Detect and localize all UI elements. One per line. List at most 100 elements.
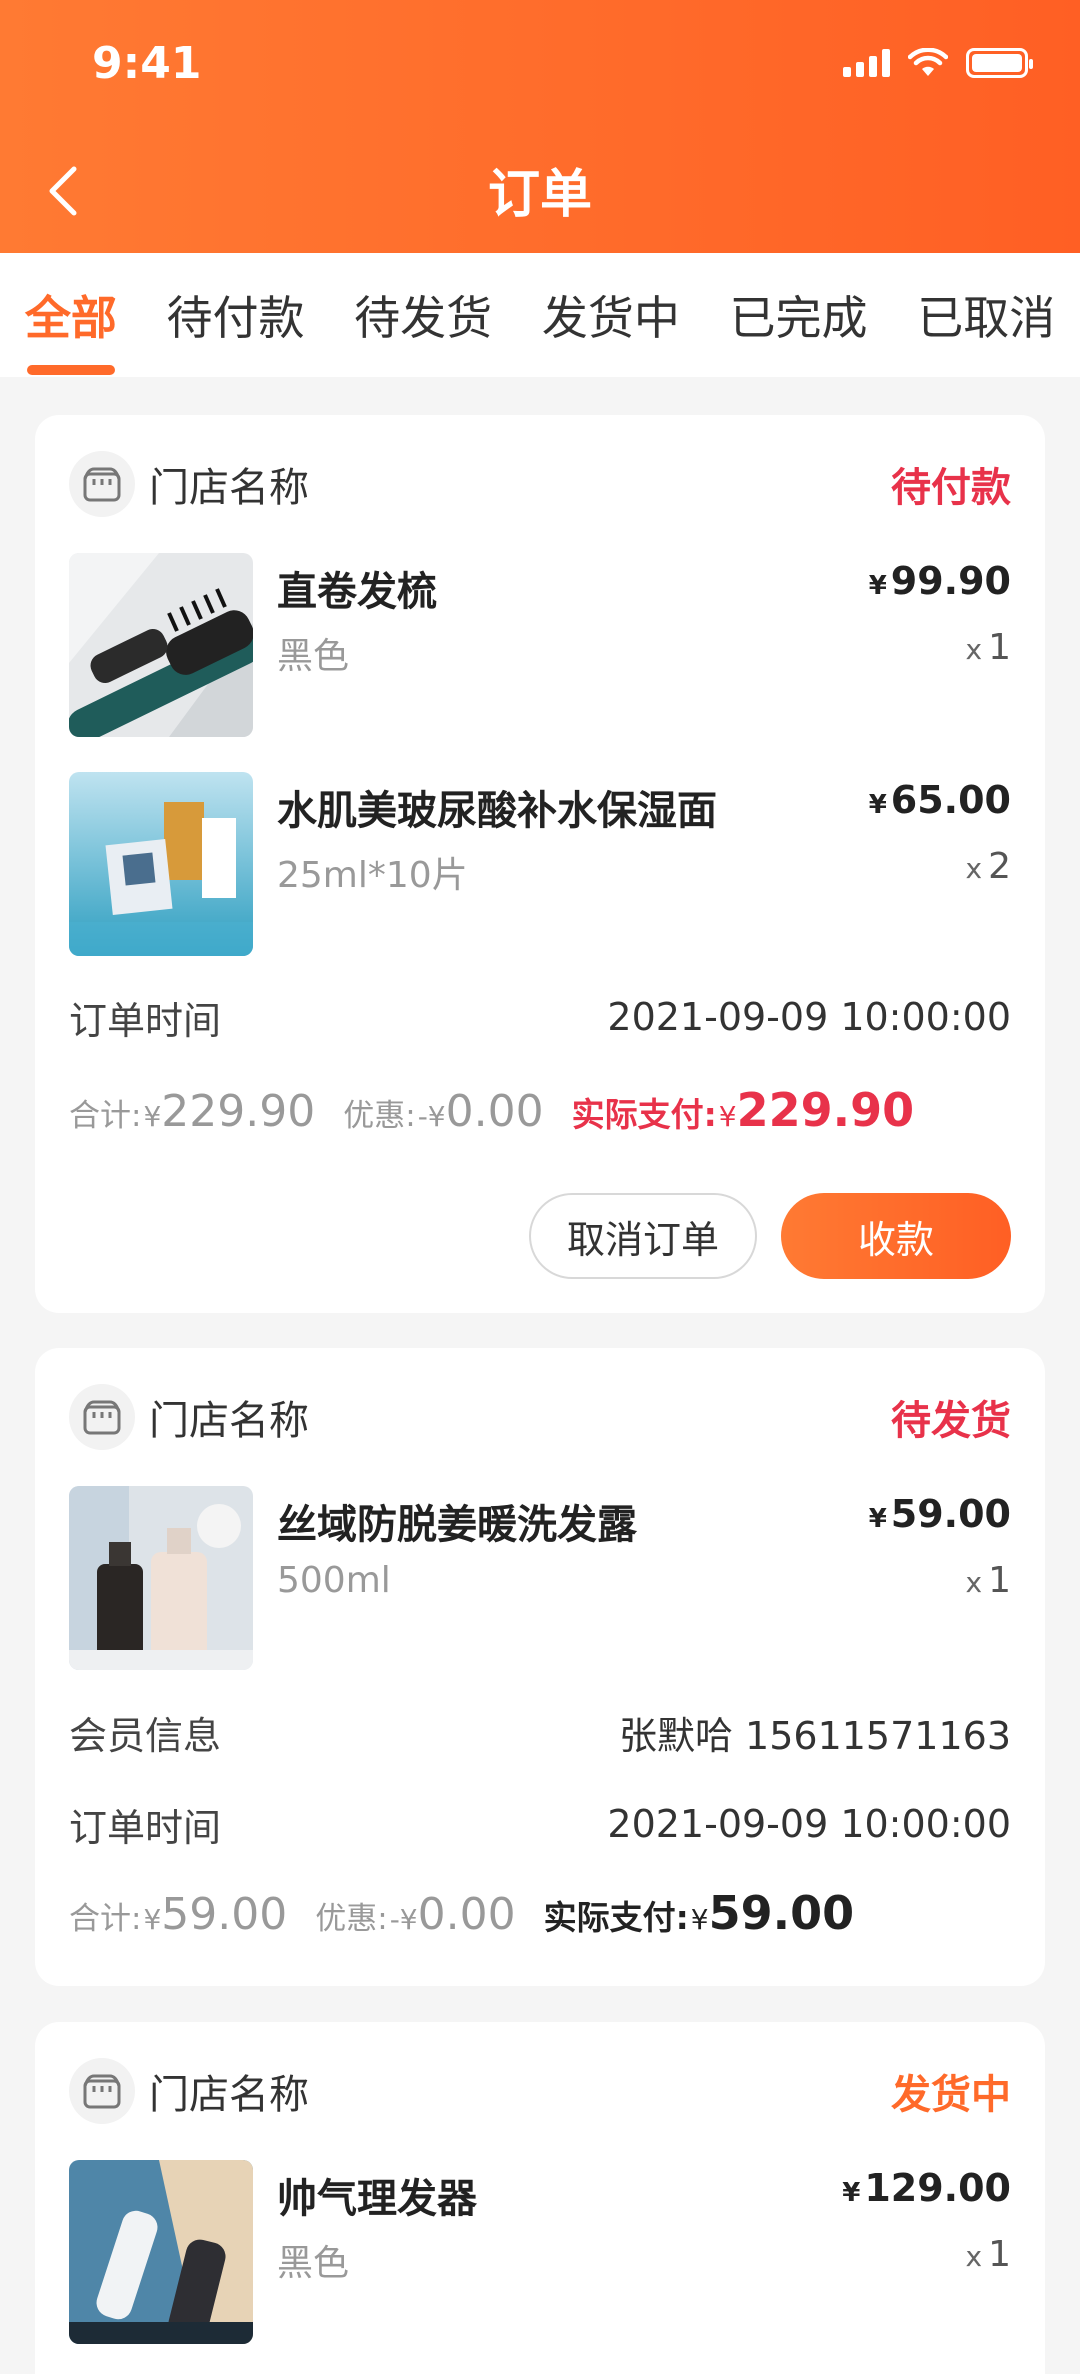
tab-label: 已取消 [917, 291, 1056, 345]
price-value: 129.00 [864, 2166, 1011, 2210]
collect-payment-button[interactable]: 收款 [781, 1193, 1011, 1279]
discount-label: 优惠: [343, 1098, 416, 1134]
store-name: 门店名称 [149, 2072, 309, 2118]
order-item[interactable]: 丝域防脱姜暖洗发露 500ml ¥59.00 x1 [69, 1486, 1011, 1670]
currency-symbol: ¥ [868, 1504, 887, 1534]
currency-symbol: ¥ [690, 1903, 709, 1936]
store-icon [69, 1384, 135, 1450]
discount-prefix: -¥ [417, 1100, 446, 1133]
order-item[interactable]: 水肌美玻尿酸补水保湿面 25ml*10片 ¥65.00 x2 [69, 772, 1011, 956]
currency-symbol: ¥ [842, 2178, 861, 2208]
app-header: 9:41 订单 [0, 0, 1080, 253]
order-summary: 合计: ¥229.90 优惠: -¥ 0.00 实际支付: ¥229.90 [69, 1083, 1011, 1153]
quantity-prefix: x [965, 1566, 983, 1599]
quantity-prefix: x [965, 633, 983, 666]
product-quantity: x1 [966, 1560, 1011, 1601]
order-status: 发货中 [891, 2072, 1011, 2118]
product-price: ¥99.90 [869, 559, 1011, 603]
store-info: 门店名称 [69, 1384, 309, 1450]
status-icons [843, 48, 1033, 78]
status-time: 9:41 [92, 38, 202, 89]
status-tabs: 全部 待付款 待发货 发货中 已完成 已取消 [0, 253, 1080, 377]
paid-label: 实际支付: [571, 1095, 717, 1134]
product-price: ¥129.00 [842, 2166, 1011, 2210]
price-value: 59.00 [890, 1492, 1011, 1536]
order-time-value: 2021-09-09 10:00:00 [607, 995, 1011, 1039]
currency-symbol: ¥ [143, 1903, 162, 1936]
quantity-value: 1 [988, 2234, 1011, 2275]
product-spec: 25ml*10片 [277, 855, 468, 896]
discount-prefix: -¥ [389, 1903, 418, 1936]
order-item[interactable]: 帅气理发器 黑色 ¥129.00 x1 [69, 2160, 1011, 2344]
discount-value: 0.00 [417, 1889, 516, 1940]
product-quantity: x1 [966, 2234, 1011, 2275]
product-spec: 黑色 [277, 636, 350, 677]
order-status: 待付款 [891, 465, 1011, 511]
tab-label: 发货中 [541, 291, 680, 345]
tab-label: 待付款 [166, 291, 305, 345]
wifi-icon [908, 48, 948, 76]
member-info-label: 会员信息 [69, 1713, 222, 1758]
tab-label: 待发货 [354, 291, 493, 345]
price-value: 65.00 [890, 778, 1011, 822]
tab-label: 全部 [24, 291, 117, 345]
member-info-value: 张默哈 15611571163 [618, 1713, 1011, 1758]
product-name: 水肌美玻尿酸补水保湿面 [277, 788, 717, 834]
product-price: ¥59.00 [869, 1492, 1011, 1536]
order-time-label: 订单时间 [69, 998, 222, 1043]
paid-value: 229.90 [736, 1083, 915, 1137]
store-icon [69, 2058, 135, 2124]
currency-symbol: ¥ [143, 1100, 162, 1133]
product-spec: 500ml [277, 1560, 391, 1601]
price-value: 99.90 [890, 559, 1011, 603]
cancel-order-button[interactable]: 取消订单 [529, 1193, 757, 1279]
total-label: 合计: [69, 1901, 142, 1937]
quantity-value: 1 [988, 627, 1011, 668]
member-info-row: 会员信息 张默哈 15611571163 [69, 1702, 1011, 1762]
currency-symbol: ¥ [868, 571, 887, 601]
discount-label: 优惠: [315, 1901, 388, 1937]
order-status: 待发货 [891, 1398, 1011, 1444]
order-time-label: 订单时间 [69, 1805, 222, 1850]
product-image [69, 1486, 253, 1670]
order-card-header: 门店名称 发货中 [69, 2056, 1011, 2126]
order-item[interactable]: 直卷发梳 黑色 ¥99.90 x1 [69, 553, 1011, 737]
order-card[interactable]: 门店名称 发货中 帅气理发器 黑色 ¥129.00 x1 [35, 2022, 1045, 2374]
battery-icon [966, 48, 1033, 78]
tab-cancelled[interactable]: 已取消 [892, 253, 1080, 377]
discount-value: 0.00 [445, 1086, 544, 1137]
tab-pending-shipment[interactable]: 待发货 [329, 253, 517, 377]
tab-all[interactable]: 全部 [0, 253, 142, 377]
order-actions: 取消订单 收款 [529, 1193, 1011, 1279]
product-quantity: x2 [966, 846, 1011, 887]
product-price: ¥65.00 [869, 778, 1011, 822]
tab-pending-payment[interactable]: 待付款 [142, 253, 330, 377]
order-card-header: 门店名称 待发货 [69, 1382, 1011, 1452]
total-label: 合计: [69, 1098, 142, 1134]
order-card[interactable]: 门店名称 待付款 直卷发梳 黑色 ¥99.90 x1 水肌美玻尿酸补水保湿面 2… [35, 415, 1045, 1313]
page-title: 订单 [487, 165, 592, 225]
quantity-prefix: x [965, 2240, 983, 2273]
product-name: 帅气理发器 [277, 2176, 477, 2222]
store-info: 门店名称 [69, 451, 309, 517]
store-icon [69, 451, 135, 517]
product-name: 丝域防脱姜暖洗发露 [277, 1502, 637, 1548]
currency-symbol: ¥ [718, 1100, 737, 1133]
quantity-value: 1 [988, 1560, 1011, 1601]
quantity-value: 2 [988, 846, 1011, 887]
order-time-value: 2021-09-09 10:00:00 [607, 1802, 1011, 1846]
product-quantity: x1 [966, 627, 1011, 668]
tab-shipping[interactable]: 发货中 [517, 253, 705, 377]
store-info: 门店名称 [69, 2058, 309, 2124]
product-image [69, 2160, 253, 2344]
order-time-row: 订单时间 2021-09-09 10:00:00 [69, 1794, 1011, 1854]
store-name: 门店名称 [149, 465, 309, 511]
order-card-header: 门店名称 待付款 [69, 449, 1011, 519]
total-value: 59.00 [161, 1889, 288, 1940]
paid-label: 实际支付: [543, 1898, 689, 1937]
tab-completed[interactable]: 已完成 [705, 253, 893, 377]
product-spec: 黑色 [277, 2243, 350, 2284]
product-image [69, 772, 253, 956]
total-value: 229.90 [161, 1086, 316, 1137]
order-card[interactable]: 门店名称 待发货 丝域防脱姜暖洗发露 500ml ¥59.00 x1 会员信息 … [35, 1348, 1045, 1986]
